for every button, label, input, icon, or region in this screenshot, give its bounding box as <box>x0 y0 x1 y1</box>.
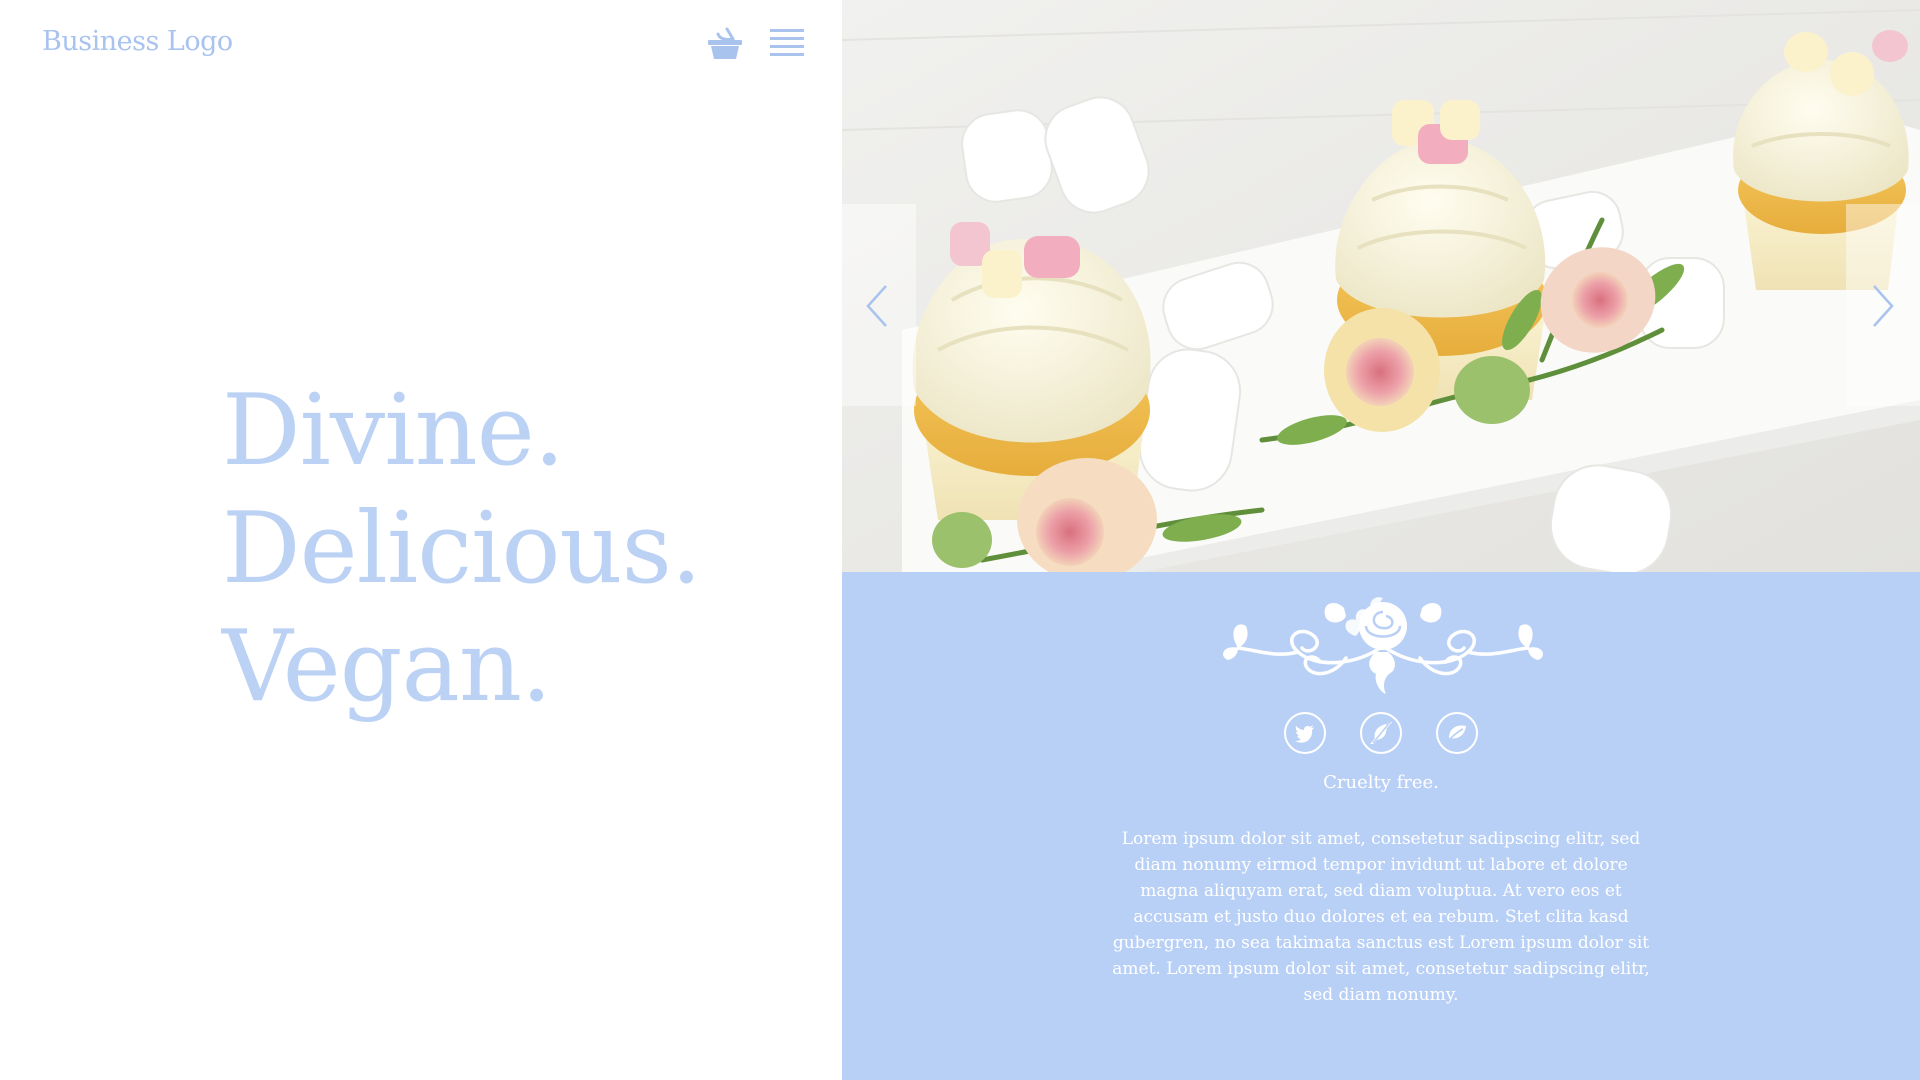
no-leaf-icon[interactable] <box>1360 712 1402 754</box>
hero-headline: Divine. Delicious. Vegan. <box>222 372 702 726</box>
chevron-right-icon <box>1873 285 1894 327</box>
hero-line: Delicious. <box>222 492 702 606</box>
twitter-icon[interactable] <box>1284 712 1326 754</box>
hero-line: Divine. <box>222 374 565 488</box>
business-logo[interactable]: Business Logo <box>42 26 233 57</box>
carousel-next-button[interactable] <box>1846 204 1920 406</box>
feature-icons <box>1284 712 1478 760</box>
menu-button[interactable] <box>770 28 806 60</box>
hamburger-menu-icon <box>770 29 804 56</box>
rose-flourish-ornament <box>1223 597 1543 694</box>
basket-icon <box>708 27 742 59</box>
chevron-left-icon <box>866 285 887 327</box>
body-paragraph: Lorem ipsum dolor sit amet, consetetur s… <box>1112 829 1650 1005</box>
left-panel: Business Logo Divine. Delicious. Vegan. <box>0 0 842 1080</box>
basket-button[interactable] <box>706 26 744 62</box>
leaf-icon[interactable] <box>1436 712 1478 754</box>
hero-line: Vegan. <box>222 610 552 724</box>
info-panel: Cruelty free. Lorem ipsum dolor sit amet… <box>842 572 1920 1080</box>
carousel-image <box>842 0 1920 572</box>
carousel-prev-button[interactable] <box>842 204 916 406</box>
tagline: Cruelty free. <box>1323 772 1439 793</box>
